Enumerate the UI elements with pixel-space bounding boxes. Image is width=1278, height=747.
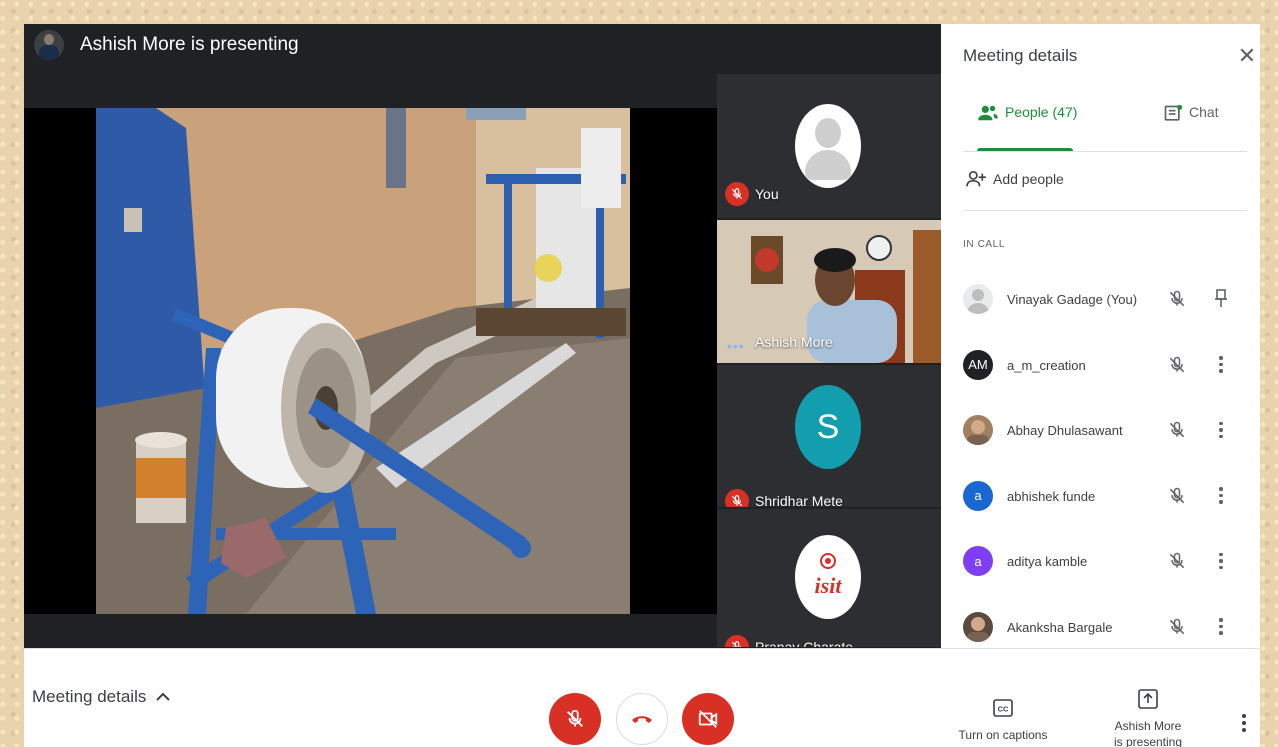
participant-name: abhishek funde bbox=[1007, 488, 1096, 504]
mic-off-icon[interactable] bbox=[1167, 617, 1187, 637]
phone-hangup-icon bbox=[632, 716, 652, 723]
tile-name: Ashish More bbox=[755, 334, 833, 350]
more-options-icon[interactable] bbox=[1213, 418, 1229, 442]
people-icon bbox=[978, 105, 998, 121]
meeting-details-label: Meeting details bbox=[32, 687, 147, 706]
chat-icon bbox=[1164, 104, 1183, 121]
shared-screen bbox=[96, 108, 630, 614]
avatar bbox=[963, 415, 993, 445]
participant-name: aditya kamble bbox=[1007, 554, 1088, 569]
muted-mic-icon bbox=[725, 635, 749, 647]
present-button[interactable]: Ashish More is presenting bbox=[1106, 689, 1190, 747]
people-list: Vinayak Gadage (You) AM a_m_creation Abhay … bbox=[941, 267, 1260, 660]
participant-row[interactable]: Abhay Dhulasawant bbox=[941, 398, 1260, 464]
more-options-icon[interactable] bbox=[1213, 484, 1229, 508]
tab-people[interactable]: People (47) bbox=[977, 104, 1077, 152]
tab-chat-label: Chat bbox=[1189, 104, 1219, 120]
participant-name: a_m_creation bbox=[1007, 357, 1086, 373]
present-label-line1: Ashish More bbox=[1114, 719, 1182, 733]
pin-icon[interactable] bbox=[1213, 287, 1229, 311]
meeting-details-panel: Meeting details ✕ People (47) Chat Add p… bbox=[941, 24, 1260, 648]
captions-button[interactable]: CC Turn on captions bbox=[948, 699, 1058, 742]
mic-off-icon[interactable] bbox=[1167, 355, 1187, 375]
camera-off-icon bbox=[698, 710, 718, 728]
tile-ashish-more[interactable]: ••• Ashish More bbox=[717, 220, 941, 363]
logo-avatar: isit bbox=[795, 535, 861, 619]
close-icon[interactable]: ✕ bbox=[1235, 44, 1259, 68]
divider bbox=[963, 210, 1247, 211]
divider bbox=[963, 151, 1247, 152]
presenter-avatar bbox=[34, 30, 64, 60]
mic-off-icon[interactable] bbox=[1167, 551, 1187, 571]
tile-pranav-charate[interactable]: isit Pranav Charate bbox=[717, 509, 941, 647]
present-label: Ashish More is presenting bbox=[1106, 718, 1190, 747]
avatar: a bbox=[963, 546, 993, 576]
section-label: IN CALL bbox=[963, 239, 1005, 250]
control-bar: Meeting details CC Turn on captions Ashi… bbox=[24, 648, 1260, 747]
participant-name: Akanksha Bargale bbox=[1007, 619, 1113, 635]
cc-icon: CC bbox=[993, 699, 1013, 717]
hang-up-button[interactable] bbox=[616, 693, 668, 745]
svg-text:CC: CC bbox=[998, 705, 1009, 714]
participant-name: Vinayak Gadage (You) bbox=[1007, 292, 1138, 307]
mic-toggle-button[interactable] bbox=[549, 693, 601, 745]
logo-text: isit bbox=[815, 573, 843, 598]
tile-shridhar-mete[interactable]: S Shridhar Mete bbox=[717, 365, 941, 507]
chevron-up-icon bbox=[156, 692, 171, 701]
speaking-indicator-icon: ••• bbox=[727, 338, 745, 354]
more-options-icon[interactable] bbox=[1236, 711, 1252, 735]
present-screen-icon bbox=[1138, 689, 1158, 709]
mic-off-icon[interactable] bbox=[1167, 420, 1187, 440]
mic-off-icon bbox=[567, 709, 583, 727]
add-person-icon bbox=[966, 170, 986, 187]
avatar bbox=[963, 611, 993, 642]
camera-toggle-button[interactable] bbox=[682, 693, 734, 745]
more-options-icon[interactable] bbox=[1213, 549, 1229, 573]
tile-name: You bbox=[755, 186, 779, 202]
participant-row[interactable]: Vinayak Gadage (You) bbox=[941, 267, 1260, 333]
tab-chat[interactable]: Chat bbox=[1163, 104, 1219, 124]
avatar: a bbox=[963, 480, 993, 511]
participant-row[interactable]: a abhishek funde bbox=[941, 464, 1260, 530]
meet-window: Ashish More is presenting You ••• Ashish… bbox=[24, 24, 1260, 747]
captions-label: Turn on captions bbox=[958, 728, 1048, 742]
avatar: AM bbox=[963, 349, 993, 380]
muted-mic-icon bbox=[725, 489, 749, 507]
more-options-icon[interactable] bbox=[1213, 353, 1229, 377]
present-label-line2: is presenting bbox=[1113, 735, 1183, 747]
participant-name: Abhay Dhulasawant bbox=[1007, 423, 1123, 438]
tile-you[interactable]: You bbox=[717, 74, 941, 218]
panel-title: Meeting details bbox=[963, 46, 1078, 65]
participant-row[interactable]: a aditya kamble bbox=[941, 529, 1260, 595]
default-avatar bbox=[795, 104, 861, 188]
initial-avatar: S bbox=[795, 385, 861, 469]
more-options-icon[interactable] bbox=[1213, 615, 1229, 639]
avatar bbox=[963, 284, 993, 314]
presentation-stage bbox=[24, 108, 717, 614]
shared-screen-image bbox=[96, 108, 630, 614]
muted-mic-icon bbox=[725, 182, 749, 206]
tile-name: Pranav Charate bbox=[755, 639, 854, 647]
meeting-details-button[interactable]: Meeting details bbox=[32, 687, 171, 707]
presenter-title: Ashish More is presenting bbox=[80, 34, 299, 55]
tile-name: Shridhar Mete bbox=[755, 493, 843, 507]
tab-people-label: People (47) bbox=[1005, 104, 1078, 120]
add-people-label: Add people bbox=[993, 171, 1064, 187]
participant-row[interactable]: AM a_m_creation bbox=[941, 333, 1260, 399]
mic-off-icon[interactable] bbox=[1167, 289, 1187, 309]
add-people-button[interactable]: Add people bbox=[965, 170, 1064, 188]
isit-logo-icon: isit bbox=[815, 553, 843, 598]
mic-off-icon[interactable] bbox=[1167, 486, 1187, 506]
